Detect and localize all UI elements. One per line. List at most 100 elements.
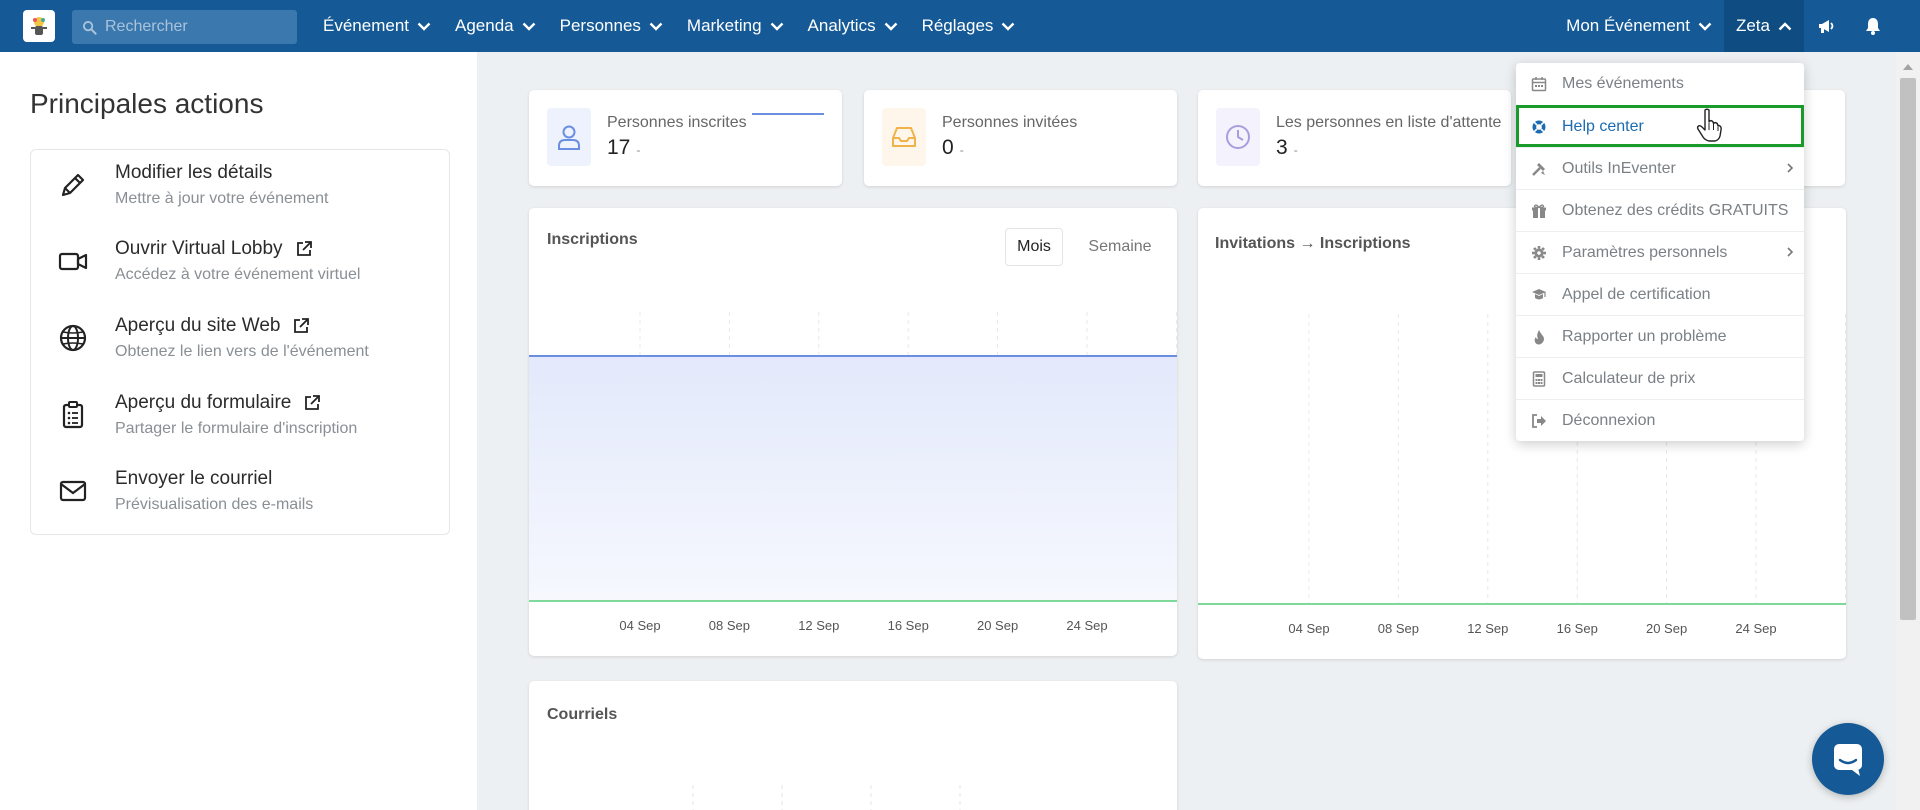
chevron-right-icon	[1787, 163, 1794, 173]
x-tick-label: 24 Sep	[1735, 621, 1776, 636]
action-title: Aperçu du formulaire	[115, 392, 321, 414]
menu-report-problem[interactable]: Rapporter un problème	[1516, 315, 1804, 357]
logo-icon	[31, 17, 47, 35]
action-open-virtual-lobby[interactable]: Ouvrir Virtual Lobby Accédez à votre évé…	[31, 226, 449, 296]
chat-launcher-button[interactable]	[1812, 723, 1884, 795]
x-tick-label: 16 Sep	[1557, 621, 1598, 636]
stat-sparkline	[752, 113, 824, 115]
right-menu: Mon Événement Zeta	[1554, 0, 1920, 52]
external-link-icon	[305, 395, 321, 410]
action-send-email[interactable]: Envoyer le courriel Prévisualisation des…	[31, 456, 449, 526]
menu-label: Déconnexion	[1562, 411, 1656, 429]
app-logo[interactable]	[23, 10, 55, 42]
gift-icon	[1530, 202, 1548, 220]
menu-label: Mes événements	[1562, 75, 1684, 92]
stat-number: 17	[607, 136, 631, 159]
action-subtitle: Partager le formulaire d'inscription	[115, 420, 358, 437]
menu-my-events[interactable]: Mes événements	[1516, 63, 1804, 105]
menu-help-center[interactable]: Help center	[1516, 105, 1804, 147]
action-subtitle: Accédez à votre événement virtuel	[115, 266, 361, 283]
user-dropdown-menu: Mes événements Help center Outils InEven…	[1516, 63, 1804, 441]
fire-icon	[1530, 328, 1548, 346]
announcements-button[interactable]	[1804, 0, 1850, 52]
x-tick-label: 08 Sep	[1378, 621, 1419, 636]
stat-card-invited[interactable]: Personnes invitées 0-	[864, 90, 1177, 186]
lifebuoy-icon	[1530, 118, 1548, 136]
search-input[interactable]	[105, 18, 285, 36]
my-event-label: Mon Événement	[1566, 16, 1690, 35]
x-tick-label: 04 Sep	[1288, 621, 1329, 636]
chevron-down-icon	[1698, 22, 1712, 31]
menu-inventer-tools[interactable]: Outils InEventer	[1516, 147, 1804, 189]
action-preview-website[interactable]: Aperçu du site Web Obtenez le lien vers …	[31, 303, 449, 373]
external-link-icon	[294, 318, 310, 333]
calendar-icon	[1530, 75, 1548, 93]
megaphone-icon	[1819, 20, 1834, 33]
menu-label: Événement	[323, 16, 409, 35]
page-scrollbar[interactable]	[1896, 52, 1920, 810]
action-edit-details[interactable]: Modifier les détails Mettre à jour votre…	[31, 150, 449, 220]
menu-marketing[interactable]: Marketing	[675, 0, 796, 52]
stat-card-waitlist[interactable]: Les personnes en liste d'attente 3-	[1198, 90, 1511, 186]
menu-personal-settings[interactable]: Paramètres personnels	[1516, 231, 1804, 273]
chevron-down-icon	[884, 22, 897, 31]
menu-personnes[interactable]: Personnes	[548, 0, 675, 52]
external-link-icon	[296, 241, 312, 256]
inscriptions-plot: 04 Sep 08 Sep 12 Sep 16 Sep 20 Sep 24 Sep	[529, 312, 1177, 633]
quick-actions-title: Principales actions	[30, 88, 264, 119]
action-subtitle: Obtenez le lien vers de l'événement	[115, 343, 369, 360]
x-tick-label: 16 Sep	[888, 618, 929, 633]
menu-analytics[interactable]: Analytics	[796, 0, 910, 52]
action-title-text: Aperçu du site Web	[115, 315, 281, 336]
menu-agenda[interactable]: Agenda	[443, 0, 548, 52]
menu-label: Obtenez des crédits GRATUITS	[1562, 201, 1789, 219]
menu-label: Personnes	[559, 16, 641, 35]
menu-label: Analytics	[807, 16, 876, 35]
scroll-up-arrow-icon[interactable]	[1896, 60, 1920, 74]
stat-number: 0	[942, 136, 954, 159]
chevron-down-icon	[1002, 22, 1015, 31]
my-event-menu[interactable]: Mon Événement	[1554, 0, 1724, 52]
main-menu: Événement Agenda Personnes Marketing Ana…	[311, 0, 1027, 52]
menu-logout[interactable]: Déconnexion	[1516, 399, 1804, 441]
menu-price-calculator[interactable]: Calculateur de prix	[1516, 357, 1804, 399]
menu-certification-call[interactable]: Appel de certification	[1516, 273, 1804, 315]
stat-card-registered[interactable]: Personnes inscrites 17-	[529, 90, 842, 186]
chevron-down-icon	[417, 22, 431, 31]
menu-label: Paramètres personnels	[1562, 243, 1728, 261]
scrollbar-thumb[interactable]	[1900, 78, 1916, 620]
chat-icon	[1834, 744, 1862, 776]
chevron-up-icon	[1778, 21, 1792, 30]
envelope-icon	[55, 473, 91, 509]
search-box[interactable]	[72, 10, 297, 44]
top-navbar: Événement Agenda Personnes Marketing Ana…	[0, 0, 1920, 52]
clock-icon	[1216, 108, 1260, 166]
chart-card-inscriptions: Inscriptions Mois Semaine 04 Sep 08 Sep 12…	[529, 208, 1177, 656]
menu-label: Help center	[1562, 117, 1644, 135]
quick-actions-panel: Principales actions Modifier les détails…	[0, 52, 477, 810]
stat-number: 3	[1276, 136, 1288, 159]
action-preview-form[interactable]: Aperçu du formulaire Partager le formula…	[31, 380, 449, 450]
gear-icon	[1530, 244, 1548, 262]
x-tick-label: 04 Sep	[619, 618, 660, 633]
menu-reglages[interactable]: Réglages	[910, 0, 1028, 52]
notifications-button[interactable]	[1850, 0, 1896, 52]
chart-card-emails: Courriels	[529, 681, 1177, 810]
calculator-icon	[1530, 370, 1548, 388]
stat-label: Personnes invitées	[942, 114, 1078, 131]
pencil-icon	[55, 167, 91, 203]
menu-label: Agenda	[455, 16, 514, 35]
menu-label: Rapporter un problème	[1562, 327, 1727, 345]
user-menu[interactable]: Zeta	[1723, 0, 1804, 52]
menu-label: Calculateur de prix	[1562, 369, 1696, 387]
video-camera-icon	[55, 243, 91, 279]
chevron-down-icon	[649, 22, 663, 31]
x-tick-label: 12 Sep	[798, 618, 839, 633]
menu-label: Marketing	[686, 16, 762, 35]
action-title-text: Envoyer le courriel	[115, 468, 273, 489]
chevron-down-icon	[522, 22, 535, 31]
menu-label: Appel de certification	[1562, 285, 1711, 303]
x-tick-label: 24 Sep	[1066, 618, 1107, 633]
menu-evenement[interactable]: Événement	[311, 0, 443, 52]
menu-free-credits[interactable]: Obtenez des crédits GRATUITS	[1516, 189, 1804, 231]
